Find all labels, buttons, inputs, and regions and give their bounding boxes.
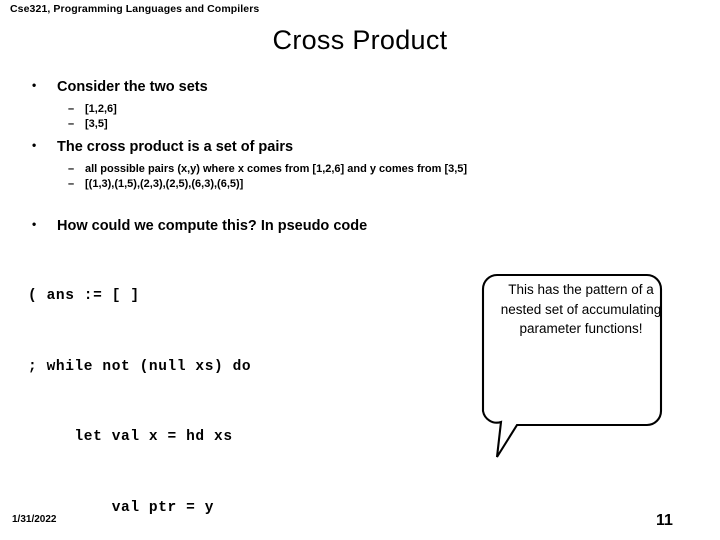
slide-header-course: Cse321, Programming Languages and Compil…: [10, 3, 260, 15]
sub-bullet-item-0-0: – [1,2,6]: [68, 103, 117, 116]
code-line: ; while not (null xs) do: [28, 358, 252, 375]
bullet-text: The cross product is a set of pairs: [57, 139, 294, 155]
sub-bullet-text: all possible pairs (x,y) where x comes f…: [85, 163, 468, 175]
bullet-item-2: • How could we compute this? In pseudo c…: [32, 217, 368, 235]
code-line: ( ans := [ ]: [28, 288, 140, 304]
sub-bullet-marker-icon: –: [68, 163, 75, 175]
sub-bullet-marker-icon: –: [68, 103, 75, 115]
bullet-marker-icon: •: [32, 217, 37, 231]
footer-page-number: 11: [656, 512, 673, 529]
pseudo-code-block: ( ans := [ ] ; while not (null xs) do le…: [28, 238, 335, 540]
bullet-marker-icon: •: [32, 138, 37, 152]
sub-bullet-marker-icon: –: [68, 118, 75, 130]
code-line: let val x = hd xs: [28, 429, 233, 445]
slide-canvas: Cse321, Programming Languages and Compil…: [0, 0, 720, 540]
bullet-text: How could we compute this? In pseudo cod…: [57, 218, 368, 234]
sub-bullet-text: [3,5]: [85, 118, 108, 130]
sub-bullet-item-0-1: – [3,5]: [68, 118, 108, 131]
speech-bubble-callout: This has the pattern of a nested set of …: [470, 262, 675, 467]
code-line: val ptr = y: [28, 499, 215, 516]
sub-bullet-item-1-0: – all possible pairs (x,y) where x comes…: [68, 163, 467, 176]
bullet-text: Consider the two sets: [57, 79, 208, 95]
sub-bullet-marker-icon: –: [68, 178, 75, 190]
footer-date: 1/31/2022: [12, 514, 57, 525]
bullet-item-1: • The cross product is a set of pairs: [32, 138, 294, 156]
sub-bullet-item-1-1: – [(1,3),(1,5),(2,3),(2,5),(6,3),(6,5)]: [68, 178, 243, 191]
slide-title: Cross Product: [272, 25, 448, 55]
bullet-marker-icon: •: [32, 78, 37, 92]
callout-text: This has the pattern of a nested set of …: [500, 282, 662, 336]
sub-bullet-text: [(1,3),(1,5),(2,3),(2,5),(6,3),(6,5)]: [85, 178, 244, 190]
sub-bullet-text: [1,2,6]: [85, 103, 117, 115]
bullet-item-0: • Consider the two sets: [32, 78, 208, 96]
